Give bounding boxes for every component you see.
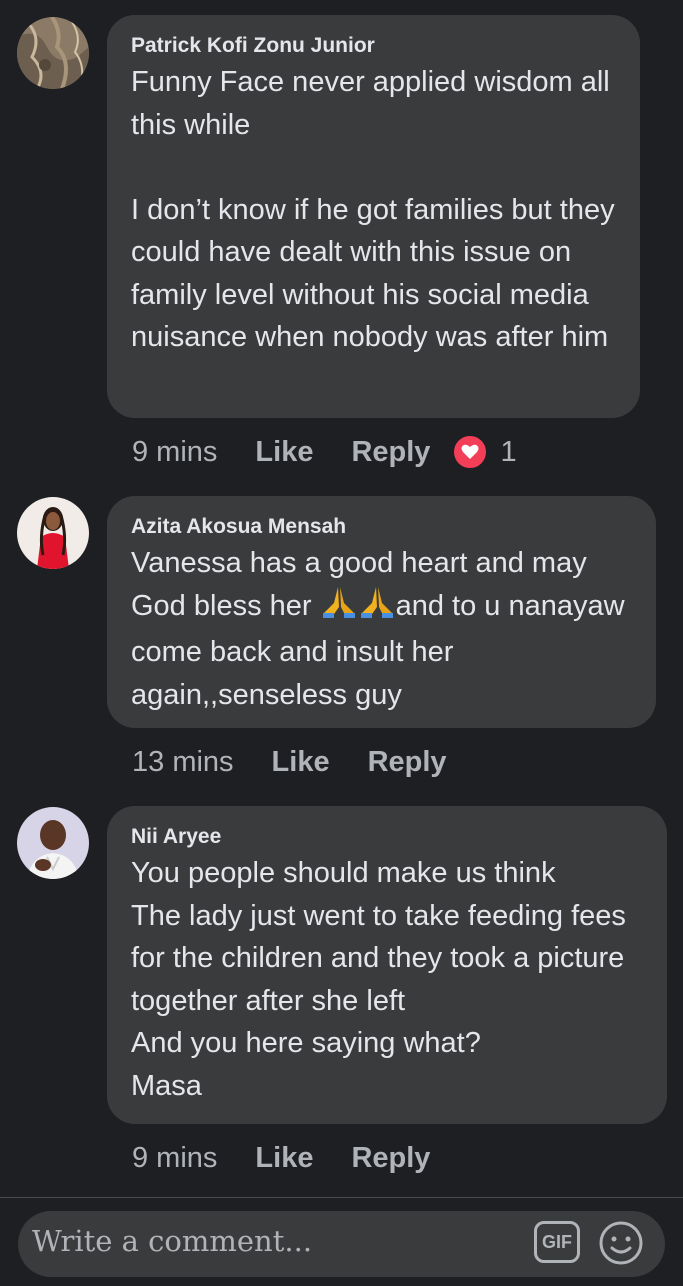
avatar-image xyxy=(17,807,89,879)
like-button[interactable]: Like xyxy=(255,436,313,469)
comment-input[interactable]: Write a comment... xyxy=(32,1224,312,1258)
reply-button[interactable]: Reply xyxy=(351,1142,430,1175)
avatar[interactable] xyxy=(17,497,89,569)
avatar[interactable] xyxy=(17,807,89,879)
comment-actions: 9 mins Like Reply 1 xyxy=(132,432,517,472)
smiley-icon[interactable] xyxy=(598,1220,644,1266)
comment-text: Funny Face never applied wisdom all this… xyxy=(131,66,615,353)
comment-actions: 13 mins Like Reply xyxy=(132,742,447,782)
comment-time: 9 mins xyxy=(132,1141,218,1174)
heart-icon xyxy=(452,434,489,470)
folded-hands-emoji xyxy=(320,585,396,632)
avatar[interactable] xyxy=(17,17,89,89)
comment-text: You people should make us think The lady… xyxy=(131,857,626,1102)
reply-button[interactable]: Reply xyxy=(368,746,447,779)
comment-bubble[interactable]: Patrick Kofi Zonu Junior Funny Face neve… xyxy=(107,15,640,418)
comment-composer[interactable]: Write a comment... GIF xyxy=(18,1211,665,1277)
comment-actions: 9 mins Like Reply xyxy=(132,1138,430,1178)
comment-author[interactable]: Azita Akosua Mensah xyxy=(131,514,632,540)
comment-time: 9 mins xyxy=(132,435,218,468)
like-button[interactable]: Like xyxy=(272,746,330,779)
like-button[interactable]: Like xyxy=(255,1142,313,1175)
comment-text: Vanessa has a good heart and may God ble… xyxy=(131,542,632,716)
reaction-summary[interactable]: 1 xyxy=(452,434,517,470)
reply-button[interactable]: Reply xyxy=(351,436,430,469)
composer-divider xyxy=(0,1197,683,1198)
avatar-image xyxy=(17,17,89,89)
comment-bubble[interactable]: Azita Akosua Mensah Vanessa has a good h… xyxy=(107,496,656,728)
reaction-count: 1 xyxy=(500,435,517,468)
comment-author[interactable]: Nii Aryee xyxy=(131,824,643,850)
comment-author[interactable]: Patrick Kofi Zonu Junior xyxy=(131,33,616,59)
avatar-image xyxy=(17,497,89,569)
comment-time: 13 mins xyxy=(132,745,234,778)
comment-bubble[interactable]: Nii Aryee You people should make us thin… xyxy=(107,806,667,1124)
gif-button[interactable]: GIF xyxy=(534,1221,580,1263)
